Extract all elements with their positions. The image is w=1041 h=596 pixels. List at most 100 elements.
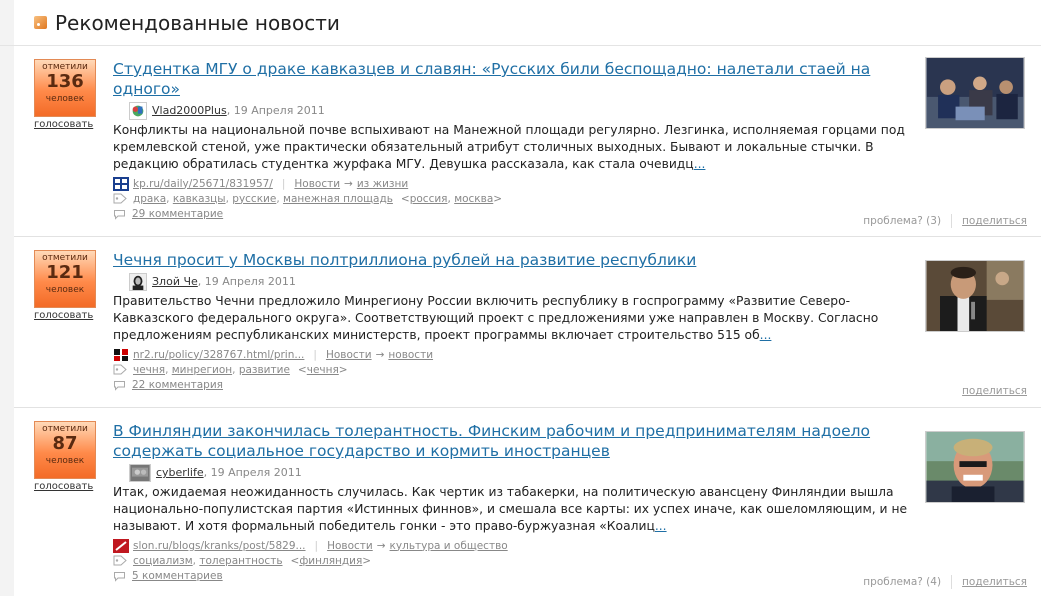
- category-link[interactable]: Новости: [326, 349, 372, 361]
- comments-line: 29 комментарие: [113, 206, 923, 222]
- post-date: , 19 Апреля 2011: [203, 466, 302, 479]
- tag-link[interactable]: русские: [232, 193, 276, 205]
- source-line: kp.ru/daily/25671/831957/ | Новости → из…: [113, 176, 923, 191]
- nr2-source-icon: [113, 347, 129, 362]
- comments-line: 5 комментариев: [113, 568, 923, 584]
- news-title-link[interactable]: Студентка МГУ о драке кавказцев и славян…: [113, 59, 923, 99]
- author-line: Vlad2000Plus , 19 Апреля 2011: [113, 101, 923, 120]
- tag-link[interactable]: драка: [133, 193, 166, 205]
- author-line: Злой Че , 19 Апреля 2011: [113, 272, 923, 291]
- avatar[interactable]: [129, 272, 147, 291]
- author-name[interactable]: Злой Че: [152, 275, 198, 288]
- tags-line: чечня, минрегион, развитие <чечня>: [113, 362, 923, 377]
- tag-link[interactable]: манежная площадь: [283, 193, 393, 205]
- comments-line: 22 комментария: [113, 377, 923, 393]
- actions-divider: [951, 214, 953, 228]
- post-date: , 19 Апреля 2011: [197, 275, 296, 288]
- tags-line: социализм, толерантность <финляндия>: [113, 553, 923, 568]
- news-item: отметили 136 человек голосовать Студентк…: [14, 47, 1041, 237]
- read-more-link[interactable]: ...: [694, 157, 706, 171]
- avatar[interactable]: [129, 101, 147, 120]
- geo-link[interactable]: чечня: [307, 364, 339, 376]
- author-name[interactable]: cyberlife: [156, 466, 204, 479]
- tag-link[interactable]: кавказцы: [173, 193, 226, 205]
- vote-counter: отметили 87 человек: [34, 421, 96, 479]
- share-link[interactable]: поделиться: [962, 215, 1027, 227]
- category-link[interactable]: Новости: [294, 178, 340, 190]
- news-description: Итак, ожидаемая неожиданность случилась.…: [113, 484, 923, 535]
- comment-bubble-icon: [114, 209, 125, 220]
- tag-link[interactable]: чечня: [133, 364, 165, 376]
- news-description: Конфликты на национальной почве вспыхива…: [113, 122, 923, 173]
- category-arrow: →: [376, 539, 386, 552]
- vote-counter: отметили 136 человек: [34, 59, 96, 117]
- comment-bubble-icon: [114, 571, 125, 582]
- news-content: Студентка МГУ о драке кавказцев и славян…: [113, 59, 923, 222]
- geo-tags: <чечня>: [297, 363, 348, 376]
- category-arrow: →: [375, 348, 385, 361]
- read-more-link[interactable]: ...: [760, 328, 772, 342]
- post-date: , 19 Апреля 2011: [226, 104, 325, 117]
- vote-counter: отметили 121 человек: [34, 250, 96, 308]
- subcategory-link[interactable]: новости: [388, 349, 433, 361]
- report-problem-link[interactable]: проблема? (4): [863, 576, 941, 588]
- subcategory-link[interactable]: из жизни: [357, 178, 408, 190]
- source-link[interactable]: nr2.ru/policy/328767.html/prin...: [133, 349, 304, 361]
- description-text: Итак, ожидаемая неожиданность случилась.…: [113, 485, 908, 533]
- geo-link[interactable]: россия: [410, 193, 448, 205]
- divider: |: [314, 539, 319, 552]
- category-arrow: →: [344, 177, 353, 190]
- vote-label-bottom: человек: [45, 285, 85, 295]
- news-thumbnail[interactable]: [925, 431, 1025, 503]
- tag-icon: [113, 555, 127, 566]
- source-link[interactable]: kp.ru/daily/25671/831957/: [133, 178, 273, 190]
- author-name[interactable]: Vlad2000Plus: [152, 104, 227, 117]
- page: Рекомендованные новости отметили 136 чел…: [0, 0, 1041, 596]
- geo-link[interactable]: москва: [454, 193, 493, 205]
- source-link[interactable]: slon.ru/blogs/kranks/post/5829...: [133, 540, 306, 552]
- geo-tags: <россия, москва>: [400, 192, 503, 205]
- source-line: nr2.ru/policy/328767.html/prin... | Ново…: [113, 347, 923, 362]
- geo-link[interactable]: финляндия: [299, 555, 362, 567]
- item-actions: проблема? (3) поделиться: [863, 214, 1027, 228]
- subcategory-link[interactable]: культура и общество: [390, 540, 508, 552]
- news-thumbnail[interactable]: [925, 260, 1025, 332]
- news-description: Правительство Чечни предложило Минрегион…: [113, 293, 923, 344]
- news-title-link[interactable]: Чечня просит у Москвы полтриллиона рубле…: [113, 250, 923, 270]
- section-header: Рекомендованные новости: [0, 0, 1041, 46]
- source-line: slon.ru/blogs/kranks/post/5829... | Ново…: [113, 538, 923, 553]
- comments-link[interactable]: 29 комментарие: [132, 208, 223, 220]
- vote-link[interactable]: голосовать: [34, 119, 93, 130]
- author-line: cyberlife , 19 Апреля 2011: [113, 463, 923, 482]
- report-problem-link[interactable]: проблема? (3): [863, 215, 941, 227]
- news-item: отметили 87 человек голосовать В Финлянд…: [14, 409, 1041, 596]
- vote-link[interactable]: голосовать: [34, 481, 93, 492]
- left-gutter: [0, 0, 14, 596]
- divider: |: [313, 348, 317, 361]
- read-more-link[interactable]: ...: [655, 519, 667, 533]
- tag-icon: [113, 364, 127, 375]
- share-link[interactable]: поделиться: [962, 576, 1027, 588]
- item-actions: поделиться: [962, 385, 1027, 397]
- vote-label-bottom: человек: [45, 456, 85, 466]
- tag-link[interactable]: минрегион: [172, 364, 232, 376]
- item-actions: проблема? (4) поделиться: [863, 575, 1027, 589]
- news-item: отметили 121 человек голосовать Чечня пр…: [14, 238, 1041, 408]
- tag-link[interactable]: развитие: [239, 364, 290, 376]
- avatar[interactable]: [129, 463, 151, 482]
- vote-link[interactable]: голосовать: [34, 310, 93, 321]
- comments-link[interactable]: 5 комментариев: [132, 570, 223, 582]
- comments-link[interactable]: 22 комментария: [132, 379, 223, 391]
- share-link[interactable]: поделиться: [962, 385, 1027, 397]
- news-title-link[interactable]: В Финляндии закончилась толерантность. Ф…: [113, 421, 923, 461]
- news-thumbnail[interactable]: [925, 57, 1025, 129]
- category-link[interactable]: Новости: [327, 540, 373, 552]
- slon-source-icon: [113, 538, 129, 553]
- kp-source-icon: [113, 176, 129, 191]
- tag-link[interactable]: социализм: [133, 555, 193, 567]
- vote-count: 136: [46, 71, 84, 92]
- divider: |: [281, 177, 286, 190]
- vote-count: 121: [46, 262, 84, 283]
- tag-link[interactable]: толерантность: [199, 555, 282, 567]
- geo-tags: <финляндия>: [290, 554, 372, 567]
